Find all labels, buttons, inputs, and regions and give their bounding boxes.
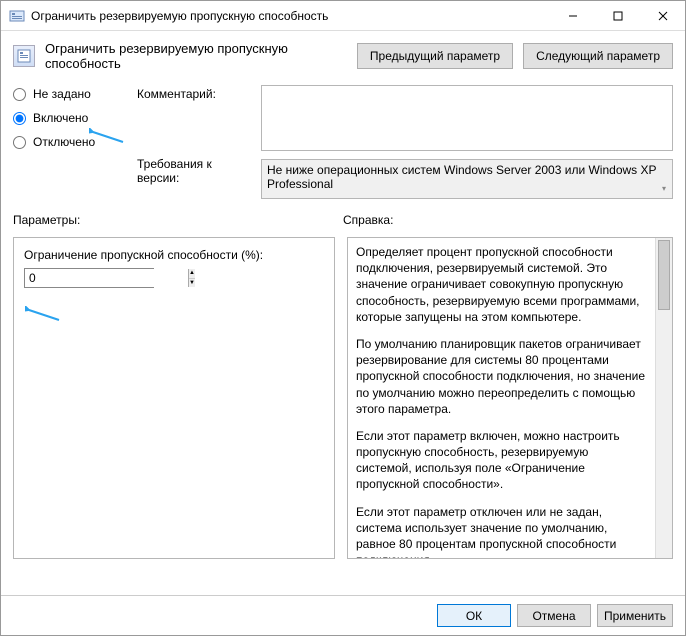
field-labels-column: Комментарий: Требования к версии:	[137, 85, 257, 199]
scrollbar-thumb[interactable]	[658, 240, 670, 310]
help-p4: Если этот параметр отключен или не задан…	[356, 504, 647, 558]
help-p2: По умолчанию планировщик пакетов огранич…	[356, 336, 647, 417]
fields-column: Не ниже операционных систем Windows Serv…	[261, 85, 673, 199]
chevron-down-icon: ▾	[658, 184, 670, 196]
parameters-panel: Ограничение пропускной способности (%): …	[13, 237, 335, 559]
titlebar: Ограничить резервируемую пропускную спос…	[1, 1, 685, 31]
radio-not-configured-input[interactable]	[13, 88, 26, 101]
state-radio-group: Не задано Включено Отключено	[13, 85, 133, 199]
minimize-button[interactable]	[550, 1, 595, 31]
radio-disabled-input[interactable]	[13, 136, 26, 149]
radio-enabled-input[interactable]	[13, 112, 26, 125]
radio-disabled-label: Отключено	[33, 135, 95, 149]
bandwidth-input[interactable]	[25, 269, 188, 287]
apply-button[interactable]: Применить	[597, 604, 673, 627]
requirements-label: Требования к версии:	[137, 157, 257, 185]
help-panel-wrap: Определяет процент пропускной способност…	[347, 237, 673, 559]
cancel-button[interactable]: Отмена	[517, 604, 591, 627]
policy-icon	[13, 45, 35, 67]
main-columns: Ограничение пропускной способности (%): …	[1, 231, 685, 559]
requirements-box: Не ниже операционных систем Windows Serv…	[261, 159, 673, 199]
requirements-text: Не ниже операционных систем Windows Serv…	[267, 163, 656, 191]
help-scrollbar[interactable]	[655, 238, 672, 558]
radio-not-configured[interactable]: Не задано	[13, 87, 133, 101]
footer: ОК Отмена Применить	[1, 595, 685, 635]
params-section-label: Параметры:	[13, 213, 343, 227]
radio-not-configured-label: Не задано	[33, 87, 91, 101]
spin-down-button[interactable]: ▼	[189, 279, 195, 288]
window-title: Ограничить резервируемую пропускную спос…	[31, 9, 550, 23]
help-panel: Определяет процент пропускной способност…	[348, 238, 655, 558]
window-controls	[550, 1, 685, 31]
comment-label: Комментарий:	[137, 87, 257, 101]
radio-disabled[interactable]: Отключено	[13, 135, 133, 149]
maximize-button[interactable]	[595, 1, 640, 31]
app-icon	[9, 8, 25, 24]
section-labels: Параметры: Справка:	[1, 203, 685, 231]
bandwidth-spinner[interactable]: ▲ ▼	[24, 268, 154, 288]
previous-setting-button[interactable]: Предыдущий параметр	[357, 43, 513, 69]
radio-enabled[interactable]: Включено	[13, 111, 133, 125]
spin-up-button[interactable]: ▲	[189, 269, 195, 279]
help-section-label: Справка:	[343, 213, 673, 227]
next-setting-button[interactable]: Следующий параметр	[523, 43, 673, 69]
ok-button[interactable]: ОК	[437, 604, 511, 627]
help-p3: Если этот параметр включен, можно настро…	[356, 428, 647, 493]
comment-input[interactable]	[261, 85, 673, 151]
close-button[interactable]	[640, 1, 685, 31]
help-p1: Определяет процент пропускной способност…	[356, 244, 647, 325]
header-title: Ограничить резервируемую пропускную спос…	[45, 41, 347, 71]
upper-grid: Не задано Включено Отключено Комментарий…	[1, 79, 685, 203]
bandwidth-limit-label: Ограничение пропускной способности (%):	[24, 248, 324, 262]
radio-enabled-label: Включено	[33, 111, 88, 125]
header-row: Ограничить резервируемую пропускную спос…	[1, 31, 685, 79]
